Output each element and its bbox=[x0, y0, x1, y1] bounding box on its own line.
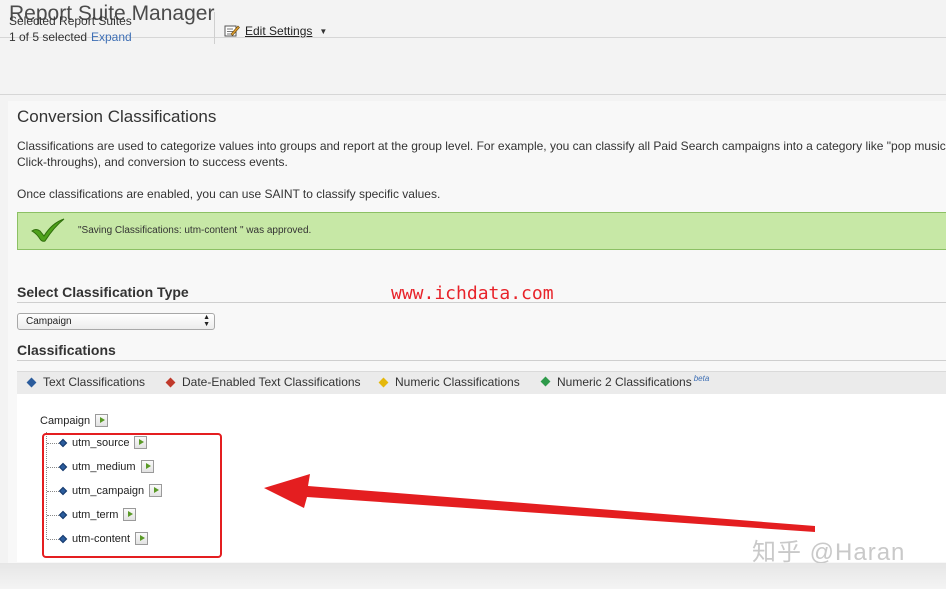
legend-label: Text Classifications bbox=[43, 375, 146, 389]
toolbar bbox=[0, 38, 946, 95]
selected-count: 1 of 5 selected bbox=[9, 30, 88, 44]
description-line-3: Once classifications are enabled, you ca… bbox=[17, 187, 441, 201]
footer-shadow bbox=[0, 563, 946, 589]
yellow-diamond-icon bbox=[378, 377, 389, 387]
divider bbox=[17, 360, 946, 361]
success-message: "Saving Classifications: utm-content " w… bbox=[78, 225, 312, 236]
description-line-2: Click-throughs), and conversion to succe… bbox=[17, 155, 288, 169]
edit-settings-label: Edit Settings bbox=[245, 24, 313, 38]
checkmark-icon bbox=[31, 218, 65, 242]
edit-icon bbox=[224, 25, 240, 37]
tree-root: Campaign bbox=[40, 414, 109, 427]
red-diamond-icon bbox=[165, 377, 176, 387]
beta-badge: beta bbox=[693, 374, 710, 383]
green-diamond-icon bbox=[540, 376, 551, 387]
chevron-down-icon: ▼ bbox=[319, 26, 328, 36]
selected-suites-label: Selected Report Suites bbox=[9, 14, 132, 28]
legend-label: Numeric 2 Classifications bbox=[557, 375, 692, 389]
play-icon[interactable] bbox=[95, 414, 109, 427]
legend-label: Numeric Classifications bbox=[395, 375, 520, 389]
legend-item-text: Text Classifications bbox=[26, 375, 146, 389]
blue-diamond-icon bbox=[26, 377, 37, 387]
legend-label: Date-Enabled Text Classifications bbox=[182, 375, 361, 389]
site-watermark: www.ichdata.com bbox=[391, 283, 554, 304]
legend-item-numeric: Numeric Classifications bbox=[378, 375, 520, 389]
classification-type-select[interactable]: Campaign ▲ ▼ bbox=[17, 313, 215, 330]
annotation-arrow-icon bbox=[264, 474, 815, 532]
select-arrows-icon: ▲ ▼ bbox=[203, 314, 210, 328]
select-type-heading: Select Classification Type bbox=[17, 284, 189, 300]
legend-item-date-enabled: Date-Enabled Text Classifications bbox=[165, 375, 361, 389]
classifications-heading: Classifications bbox=[17, 342, 116, 358]
edit-settings-button[interactable]: Edit Settings ▼ bbox=[224, 22, 327, 40]
description-line-1: Classifications are used to categorize v… bbox=[17, 139, 946, 153]
select-value: Campaign bbox=[26, 316, 72, 327]
legend-item-numeric2: Numeric 2 Classifications beta bbox=[540, 374, 710, 389]
page-title: Conversion Classifications bbox=[17, 107, 217, 126]
annotation-highlight-box bbox=[42, 433, 222, 558]
tree-root-label: Campaign bbox=[40, 414, 91, 427]
expand-link[interactable]: Expand bbox=[91, 30, 132, 44]
toolbar-divider bbox=[214, 12, 215, 44]
author-watermark: 知乎 @Haran bbox=[752, 539, 906, 566]
